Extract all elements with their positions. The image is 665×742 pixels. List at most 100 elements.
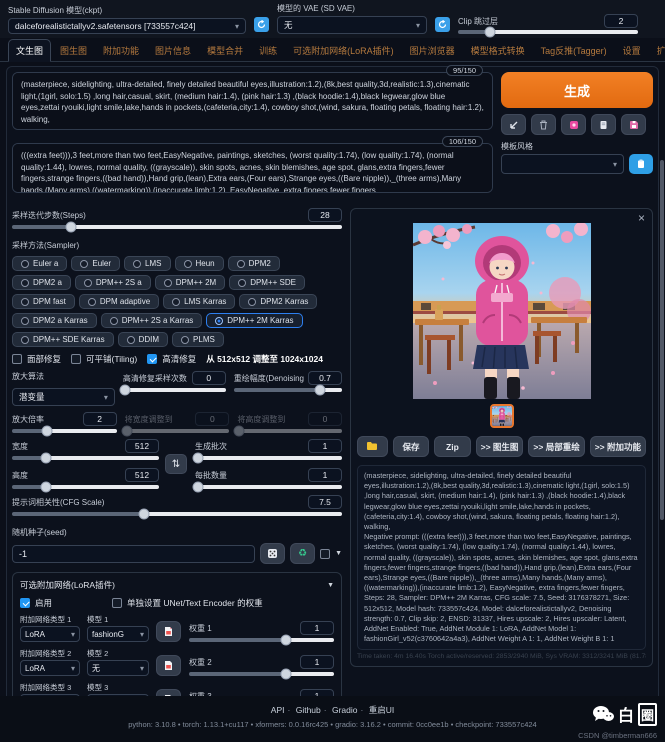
prompt-input[interactable]: (masterpiece, sidelighting, ultra-detail… bbox=[12, 72, 493, 130]
clip-skip-track[interactable] bbox=[458, 30, 638, 34]
save-button[interactable]: 保存 bbox=[393, 436, 429, 457]
tab-settings[interactable]: 设置 bbox=[616, 40, 648, 61]
refresh-vae-button[interactable] bbox=[435, 17, 450, 32]
csdn-credit: CSDN @timberman666 bbox=[578, 731, 657, 740]
clip-skip-slider: Clip 跳过层 2 bbox=[458, 14, 638, 34]
sampler-option[interactable]: DPM fast bbox=[12, 294, 75, 309]
lora-model-info-button[interactable] bbox=[156, 655, 181, 676]
seed-input[interactable] bbox=[12, 545, 255, 563]
footer-link-restart-ui[interactable]: 重启UI bbox=[369, 705, 395, 715]
lora-weight-slider: 权重 21 bbox=[189, 655, 334, 676]
lora-model-select[interactable]: 无▾ bbox=[87, 660, 149, 676]
tab-train[interactable]: 训练 bbox=[252, 40, 284, 61]
zip-button[interactable]: Zip bbox=[434, 436, 470, 457]
sampler-option[interactable]: DPM2 Karras bbox=[239, 294, 317, 309]
lora-type-select[interactable]: LoRA▾ bbox=[20, 660, 80, 676]
clear-prompt-button[interactable] bbox=[531, 114, 556, 135]
scrollbar[interactable] bbox=[660, 160, 664, 520]
send-to-inpaint-button[interactable]: >> 局部重绘 bbox=[528, 436, 584, 457]
tab-checkpoint-merger[interactable]: 模型合并 bbox=[200, 40, 250, 61]
refresh-checkpoints-button[interactable] bbox=[254, 17, 269, 32]
main-tabbar: 文生图 图生图 附加功能 图片信息 模型合并 训练 可选附加网络(LoRA插件)… bbox=[0, 38, 665, 62]
sampler-label: 采样方法(Sampler) bbox=[12, 241, 79, 250]
clipboard-icon bbox=[636, 159, 646, 169]
sampler-option[interactable]: PLMS bbox=[172, 332, 224, 347]
clip-skip-knob[interactable] bbox=[485, 27, 496, 38]
tab-txt2img[interactable]: 文生图 bbox=[8, 39, 51, 62]
clip-skip-value[interactable]: 2 bbox=[604, 14, 638, 28]
sampler-option[interactable]: DPM++ SDE bbox=[229, 275, 305, 290]
sampler-option[interactable]: DPM2 a Karras bbox=[12, 313, 97, 328]
steps-value[interactable]: 28 bbox=[308, 208, 342, 222]
lora-separate-weights-checkbox[interactable]: 单独设置 UNet/Text Encoder 的权重 bbox=[112, 597, 263, 609]
vae-select[interactable]: 无 ▾ bbox=[277, 16, 427, 34]
style-card-button[interactable] bbox=[591, 114, 616, 135]
close-icon[interactable]: × bbox=[638, 211, 645, 225]
clip-skip-label: Clip 跳过层 bbox=[458, 16, 498, 27]
sampler-option[interactable]: DPM2 a bbox=[12, 275, 71, 290]
lora-enable-checkbox[interactable]: 启用 bbox=[20, 597, 52, 609]
lora-row: 附加网络类型 2 LoRA▾ 模型 2 无▾ 权重 21 bbox=[20, 649, 334, 676]
lora-type-select[interactable]: LoRA▾ bbox=[20, 626, 80, 642]
collapse-caret-icon[interactable]: ▼ bbox=[327, 582, 334, 589]
tab-model-converter[interactable]: 模型格式转换 bbox=[464, 40, 532, 61]
sampler-option-selected[interactable]: DPM++ 2M Karras bbox=[206, 313, 302, 328]
paste-arrow-button[interactable] bbox=[501, 114, 526, 135]
lora-model-info-button[interactable] bbox=[156, 621, 181, 642]
chevron-down-icon: ▾ bbox=[71, 664, 75, 673]
sampler-option[interactable]: DPM2 bbox=[228, 256, 280, 271]
checkbox-icon bbox=[112, 598, 122, 608]
generated-image[interactable] bbox=[357, 215, 646, 399]
tab-extras[interactable]: 附加功能 bbox=[96, 40, 146, 61]
negative-prompt-input[interactable]: (((extra feet))),3 feet,more than two fe… bbox=[12, 143, 493, 193]
open-folder-button[interactable] bbox=[357, 436, 388, 457]
upscaler-select[interactable]: 潜变量 ▾ bbox=[12, 388, 115, 406]
radio-icon bbox=[237, 260, 245, 268]
generate-button[interactable]: 生成 bbox=[501, 72, 653, 108]
width-slider: 宽度512 bbox=[12, 439, 159, 460]
tiling-checkbox[interactable]: 可平铺(Tiling) bbox=[71, 353, 137, 365]
footer-link-github[interactable]: Github bbox=[296, 705, 321, 715]
sampler-option[interactable]: DPM++ 2M bbox=[155, 275, 225, 290]
swap-dimensions-button[interactable]: ⇅ bbox=[165, 454, 187, 474]
lora-model-select[interactable]: fashionG▾ bbox=[87, 626, 149, 642]
tab-img2img[interactable]: 图生图 bbox=[53, 40, 94, 61]
tab-png-info[interactable]: 图片信息 bbox=[148, 40, 198, 61]
sampler-option[interactable]: DPM adaptive bbox=[79, 294, 159, 309]
random-seed-button[interactable] bbox=[260, 543, 285, 564]
radio-icon bbox=[80, 260, 88, 268]
extra-networks-button[interactable] bbox=[561, 114, 586, 135]
tab-additional-networks[interactable]: 可选附加网络(LoRA插件) bbox=[286, 40, 401, 61]
model-select[interactable]: dalceforealistictallyv2.safetensors [733… bbox=[8, 18, 246, 34]
time-taken: Time taken: 4m 16.40s Torch active/reser… bbox=[357, 653, 646, 660]
sampler-option[interactable]: DPM++ SDE Karras bbox=[12, 332, 114, 347]
send-to-img2img-button[interactable]: >> 图生图 bbox=[476, 436, 524, 457]
sampler-option[interactable]: DPM++ 2S a bbox=[75, 275, 151, 290]
sampler-option[interactable]: LMS bbox=[124, 256, 170, 271]
sampler-option[interactable]: Heun bbox=[175, 256, 224, 271]
footer-link-gradio[interactable]: Gradio bbox=[332, 705, 358, 715]
face-restore-checkbox[interactable]: 面部修复 bbox=[12, 353, 61, 365]
sampler-option[interactable]: DDIM bbox=[118, 332, 168, 347]
apply-style-button[interactable] bbox=[629, 154, 653, 174]
style-label: 模板风格 bbox=[501, 141, 653, 152]
model-label: Stable Diffusion 模型(ckpt) bbox=[8, 5, 246, 16]
tab-extensions[interactable]: 扩展 bbox=[650, 40, 665, 61]
steps-label: 采样迭代步数(Steps) bbox=[12, 210, 86, 221]
save-style-button[interactable] bbox=[621, 114, 646, 135]
arrow-icon bbox=[509, 120, 519, 130]
reuse-seed-button[interactable]: ♻ bbox=[290, 543, 315, 564]
extra-seed-checkbox[interactable] bbox=[320, 549, 330, 559]
sampler-option[interactable]: Euler bbox=[71, 256, 120, 271]
tab-tagger[interactable]: Tag反推(Tagger) bbox=[534, 40, 614, 61]
sampler-option[interactable]: LMS Karras bbox=[163, 294, 235, 309]
style-select[interactable]: ▾ bbox=[501, 154, 624, 174]
footer: API· Github· Gradio· 重启UI python: 3.10.8… bbox=[0, 696, 665, 742]
sampler-option[interactable]: Euler a bbox=[12, 256, 67, 271]
result-thumbnail[interactable] bbox=[490, 404, 514, 428]
send-to-extras-button[interactable]: >> 附加功能 bbox=[590, 436, 646, 457]
footer-link-api[interactable]: API bbox=[271, 705, 285, 715]
sampler-option[interactable]: DPM++ 2S a Karras bbox=[101, 313, 203, 328]
tab-image-browser[interactable]: 图片浏览器 bbox=[403, 40, 462, 61]
hires-fix-checkbox[interactable]: 高清修复 bbox=[147, 353, 196, 365]
